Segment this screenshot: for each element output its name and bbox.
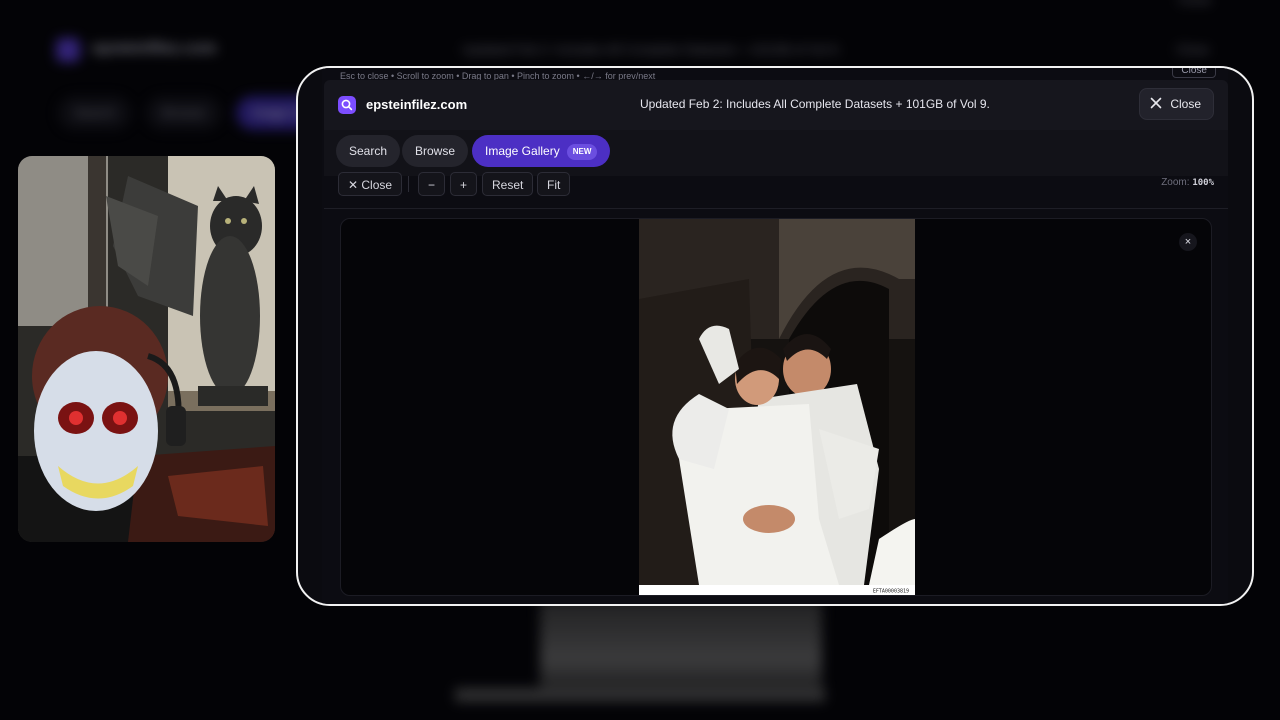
background-site-name: epsteinfilez.com [92, 40, 217, 57]
webcam-overlay [18, 156, 275, 542]
update-banner: Updated Feb 2: Includes All Complete Dat… [640, 97, 990, 111]
close-button-label: Close [1170, 97, 1201, 111]
tab-image-gallery[interactable]: Image Gallery NEW [472, 135, 611, 167]
fit-button[interactable]: Fit [537, 172, 571, 196]
photo-caption: EFTA00003819 [873, 589, 909, 595]
lightbox-panel: Esc to close • Scroll to zoom • Drag to … [322, 68, 1228, 604]
background-logo [56, 38, 80, 62]
zoom-value: 100% [1192, 178, 1214, 188]
zoom-label: Zoom: [1161, 177, 1190, 188]
hint-close-button[interactable]: Close [1172, 68, 1216, 78]
search-icon[interactable] [338, 96, 356, 114]
close-icon [1150, 97, 1162, 112]
nav-tabs: Search Browse Image Gallery NEW [324, 130, 1228, 176]
tab-search-label: Search [349, 144, 388, 158]
reset-button[interactable]: Reset [482, 172, 534, 196]
tab-browse[interactable]: Browse [402, 135, 469, 167]
webcam-image [18, 156, 275, 542]
background-banner: Updated Feb 2: Includes All Complete Dat… [462, 42, 842, 57]
tab-search[interactable]: Search [336, 135, 401, 167]
tab-browse-label: Browse [415, 144, 456, 158]
gallery-photo[interactable]: EFTA00003819 [639, 219, 915, 595]
viewer-x-button[interactable]: × [1179, 233, 1197, 251]
background-close-top: Close [1178, 0, 1211, 7]
site-name[interactable]: epsteinfilez.com [366, 97, 467, 112]
zoom-indicator: Zoom: 100% [1161, 177, 1214, 188]
image-viewer[interactable]: EFTA00003819 × [340, 218, 1212, 596]
background-tab-search: Search [58, 96, 132, 130]
background-close: Close [1176, 42, 1210, 57]
close-button[interactable]: Close [1139, 88, 1214, 120]
background-tab-browse: Browse [146, 96, 222, 130]
background-image [540, 600, 822, 700]
zoom-out-button[interactable]: − [418, 172, 446, 196]
lightbox-frame: Esc to close • Scroll to zoom • Drag to … [296, 66, 1254, 606]
tab-image-gallery-label: Image Gallery [485, 144, 560, 158]
zoom-in-button[interactable]: + [450, 172, 478, 196]
viewer-toolbar: ✕ Close − + Reset Fit Zoom: 100% [324, 172, 1228, 209]
new-badge: NEW [566, 143, 598, 160]
background-image-strip [455, 688, 825, 702]
toolbar-divider [408, 176, 409, 192]
viewer-close-button[interactable]: ✕ Close [338, 172, 403, 196]
site-header: epsteinfilez.com Updated Feb 2: Includes… [324, 80, 1228, 131]
photo-image: EFTA00003819 [639, 219, 915, 595]
